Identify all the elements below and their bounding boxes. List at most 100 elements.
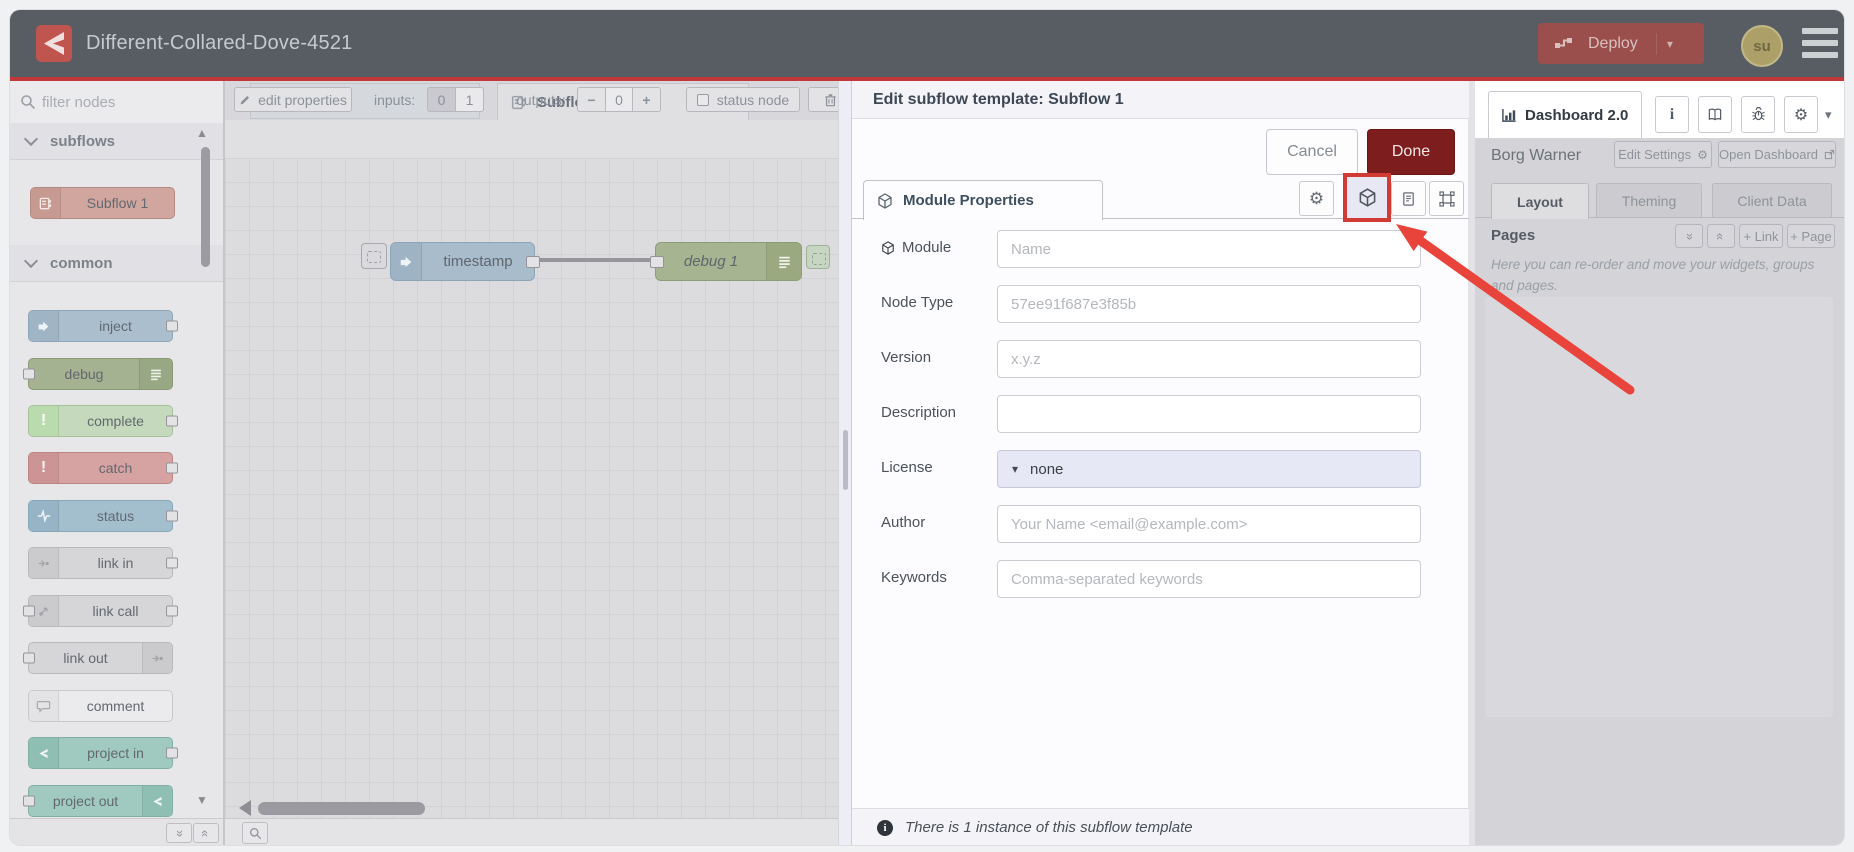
palette-node-project-in[interactable]: project in bbox=[28, 737, 178, 769]
palette-node-link-in[interactable]: link in bbox=[28, 547, 178, 579]
output-port bbox=[166, 557, 178, 569]
palette-collapse-all-button[interactable]: « bbox=[166, 823, 192, 843]
canvas-node-timestamp[interactable]: timestamp bbox=[390, 242, 540, 281]
cancel-button[interactable]: Cancel bbox=[1266, 129, 1358, 175]
inputs-0-button[interactable]: 0 bbox=[427, 87, 456, 112]
edit-subflow-dialog: Edit subflow template: Subflow 1 Cancel … bbox=[851, 81, 1469, 845]
palette-node-link-out[interactable]: link out bbox=[23, 642, 173, 674]
edit-properties-button[interactable]: edit properties bbox=[234, 87, 352, 112]
outputs-plus-button[interactable]: + bbox=[632, 87, 661, 112]
sidebar-menu-caret-icon[interactable]: ▾ bbox=[1825, 107, 1832, 123]
palette-node-complete[interactable]: ! complete bbox=[28, 405, 178, 437]
sidebar-tab-theming[interactable]: Theming bbox=[1596, 183, 1702, 218]
label-text: Module bbox=[902, 239, 952, 256]
debug-icon bbox=[766, 243, 801, 280]
subflow-input-stub[interactable] bbox=[361, 243, 387, 269]
palette-node-debug[interactable]: debug bbox=[23, 358, 173, 390]
output-port[interactable] bbox=[526, 255, 540, 268]
palette-section-common[interactable]: common bbox=[10, 245, 223, 282]
palette-filter-input[interactable] bbox=[40, 88, 212, 116]
user-avatar[interactable]: su bbox=[1741, 25, 1783, 67]
license-select[interactable]: ▾ none bbox=[997, 450, 1421, 488]
properties-tab-button[interactable]: ⚙ bbox=[1299, 181, 1334, 216]
comment-icon bbox=[29, 691, 59, 721]
palette-node-inject[interactable]: inject bbox=[28, 310, 178, 342]
settings-tab-button[interactable]: ⚙ bbox=[1784, 96, 1818, 133]
external-link-icon bbox=[1824, 149, 1835, 160]
cube-icon bbox=[882, 240, 894, 255]
module-name-field[interactable] bbox=[997, 230, 1421, 268]
main-menu-icon[interactable] bbox=[1802, 28, 1838, 58]
palette-node-subflow-1[interactable]: Subflow 1 bbox=[30, 187, 175, 219]
node-type-field[interactable] bbox=[997, 285, 1421, 323]
help-tab-button[interactable] bbox=[1698, 96, 1732, 133]
debug-tab-button[interactable] bbox=[1741, 96, 1775, 133]
tray-resize-handle[interactable] bbox=[838, 81, 852, 845]
canvas-horizontal-scrollbar[interactable] bbox=[258, 802, 425, 815]
info-tab-button[interactable]: i bbox=[1655, 96, 1689, 133]
frame-icon bbox=[1438, 190, 1455, 207]
tab-label: Theming bbox=[1621, 193, 1677, 209]
document-icon bbox=[1403, 191, 1414, 206]
deploy-button[interactable]: Deploy ▾ bbox=[1538, 23, 1704, 64]
open-dashboard-button[interactable]: Open Dashboard bbox=[1718, 141, 1836, 168]
palette-scroll-up-icon[interactable]: ▲ bbox=[196, 126, 208, 140]
canvas-node-debug-1[interactable]: debug 1 bbox=[650, 242, 802, 281]
dashboard-app-name: Borg Warner bbox=[1491, 147, 1582, 164]
bug-icon bbox=[1751, 107, 1765, 121]
input-port bbox=[23, 652, 35, 664]
add-page-button[interactable]: + Page bbox=[1787, 224, 1835, 248]
move-down-button[interactable]: « bbox=[1707, 224, 1735, 248]
tray-grip[interactable] bbox=[843, 430, 848, 490]
done-button[interactable]: Done bbox=[1367, 129, 1455, 175]
description-tab-button[interactable] bbox=[1391, 181, 1426, 216]
author-field[interactable] bbox=[997, 505, 1421, 543]
appearance-tab-button[interactable] bbox=[1429, 181, 1464, 216]
pages-heading: Pages bbox=[1491, 227, 1536, 244]
input-port[interactable] bbox=[650, 255, 664, 268]
status-node-toggle[interactable]: status node bbox=[686, 87, 800, 112]
subflow-output-stub[interactable] bbox=[806, 245, 830, 269]
node-red-window: Different-Collared-Dove-4521 Deploy ▾ su… bbox=[10, 10, 1844, 845]
node-label: link call bbox=[92, 603, 139, 619]
sidebar-tab-client-data[interactable]: Client Data bbox=[1712, 183, 1832, 218]
project-in-icon bbox=[29, 738, 59, 768]
section-label: subflows bbox=[50, 132, 116, 150]
palette-node-link-call[interactable]: link call bbox=[23, 595, 178, 627]
add-link-button[interactable]: + Link bbox=[1739, 224, 1783, 248]
canvas-scroll-left-icon[interactable] bbox=[239, 800, 251, 816]
palette-expand-all-button[interactable]: « bbox=[193, 823, 219, 843]
palette-node-project-out[interactable]: project out bbox=[23, 785, 173, 817]
version-field[interactable] bbox=[997, 340, 1421, 378]
subflow-toolbar bbox=[225, 120, 838, 159]
button-label: + Link bbox=[1743, 228, 1779, 244]
canvas-zoom-button[interactable] bbox=[242, 822, 268, 844]
deploy-caret-icon[interactable]: ▾ bbox=[1655, 32, 1683, 55]
info-icon: i bbox=[877, 819, 893, 836]
palette-scroll-down-icon[interactable]: ▼ bbox=[196, 793, 208, 807]
content-area: subflows Subflow 1 common inject debug bbox=[10, 81, 1844, 845]
inputs-1-button[interactable]: 1 bbox=[455, 87, 484, 112]
sidebar-tab-layout[interactable]: Layout bbox=[1491, 183, 1589, 219]
tab-dashboard-2[interactable]: Dashboard 2.0 bbox=[1488, 91, 1642, 138]
palette-node-status[interactable]: status bbox=[28, 500, 178, 532]
outputs-minus-button[interactable]: − bbox=[577, 87, 606, 112]
keywords-field[interactable] bbox=[997, 560, 1421, 598]
project-out-icon bbox=[142, 786, 172, 816]
palette-filter-row bbox=[10, 81, 223, 124]
node-label: comment bbox=[86, 698, 145, 714]
sidebar-divider[interactable] bbox=[1468, 81, 1475, 845]
description-field[interactable] bbox=[997, 395, 1421, 433]
move-up-button[interactable]: « bbox=[1675, 224, 1703, 248]
label-text: Node Type bbox=[881, 294, 954, 311]
form-row-license: License ▾ none bbox=[852, 450, 1469, 488]
node-label: link in bbox=[97, 555, 134, 571]
module-properties-tab-button[interactable] bbox=[1347, 177, 1387, 218]
palette-node-comment[interactable]: comment bbox=[28, 690, 173, 722]
palette-section-subflows[interactable]: subflows bbox=[10, 123, 223, 160]
palette-node-catch[interactable]: ! catch bbox=[28, 452, 178, 484]
tab-module-properties[interactable]: Module Properties bbox=[863, 180, 1103, 220]
right-sidebar: Dashboard 2.0 i ⚙ ▾ Borg Warner Edit Set… bbox=[1475, 81, 1844, 845]
edit-settings-button[interactable]: Edit Settings ⚙ bbox=[1614, 141, 1712, 168]
palette-scrollbar[interactable] bbox=[201, 147, 210, 267]
